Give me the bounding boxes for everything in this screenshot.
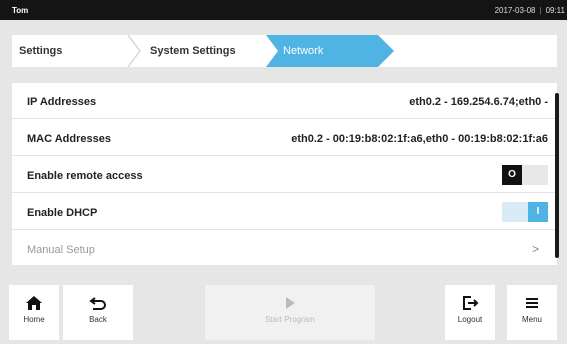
chevron-right-icon: > — [531, 242, 539, 256]
network-settings-list: IP Addresses eth0.2 - 169.254.6.74;eth0 … — [12, 83, 557, 265]
toggle-on-knob: I — [528, 202, 548, 222]
status-bar: Tom 2017-03-08 | 09:11 — [0, 0, 567, 20]
back-arrow-icon — [89, 297, 106, 310]
breadcrumb-system-settings-label: System Settings — [150, 45, 236, 57]
toggle-off-knob: O — [502, 165, 522, 185]
menu-icon — [526, 298, 538, 308]
current-user: Tom — [12, 6, 29, 15]
ip-addresses-label: IP Addresses — [27, 96, 97, 108]
manual-setup-label: Manual Setup — [27, 244, 95, 256]
mac-addresses-label: MAC Addresses — [27, 133, 111, 145]
play-icon — [286, 297, 295, 309]
mac-addresses-value: eth0.2 - 00:19:b8:02:1f:a6,eth0 - 00:19:… — [291, 133, 548, 145]
breadcrumb-settings-label: Settings — [19, 45, 63, 57]
ip-addresses-value: eth0.2 - 169.254.6.74;eth0 - — [409, 96, 548, 108]
menu-label: Menu — [521, 315, 542, 324]
breadcrumb-system-settings[interactable]: System Settings — [134, 35, 266, 67]
time-text: 09:11 — [545, 6, 565, 15]
breadcrumb-network[interactable]: Network — [266, 35, 394, 67]
start-program-button[interactable]: Start Program — [205, 285, 375, 340]
logout-icon — [463, 296, 479, 310]
manual-setup-row[interactable]: Manual Setup > — [12, 231, 557, 267]
datetime: 2017-03-08 | 09:11 — [494, 6, 565, 15]
back-label: Back — [89, 315, 107, 324]
home-label: Home — [23, 315, 45, 324]
date-text: 2017-03-08 — [494, 6, 536, 15]
breadcrumb: Settings System Settings Network — [0, 20, 567, 90]
home-icon — [26, 296, 42, 310]
remote-access-row: Enable remote access O — [12, 157, 557, 193]
logout-button[interactable]: Logout — [445, 285, 495, 340]
dhcp-label: Enable DHCP — [27, 207, 98, 219]
list-scrollbar[interactable] — [555, 93, 559, 258]
dhcp-row: Enable DHCP I — [12, 194, 557, 230]
mac-addresses-row: MAC Addresses eth0.2 - 00:19:b8:02:1f:a6… — [12, 120, 557, 156]
bottom-toolbar: Home Back Start Program Logout Menu — [0, 272, 567, 344]
menu-button[interactable]: Menu — [507, 285, 557, 340]
dhcp-toggle[interactable]: I — [502, 202, 548, 222]
start-program-label: Start Program — [265, 315, 315, 324]
breadcrumb-settings[interactable]: Settings — [12, 35, 134, 67]
remote-access-toggle[interactable]: O — [502, 165, 548, 185]
remote-access-label: Enable remote access — [27, 170, 143, 182]
home-button[interactable]: Home — [9, 285, 59, 340]
ip-addresses-row: IP Addresses eth0.2 - 169.254.6.74;eth0 … — [12, 83, 557, 119]
breadcrumb-network-label: Network — [283, 45, 324, 57]
back-button[interactable]: Back — [63, 285, 133, 340]
logout-label: Logout — [457, 315, 483, 324]
